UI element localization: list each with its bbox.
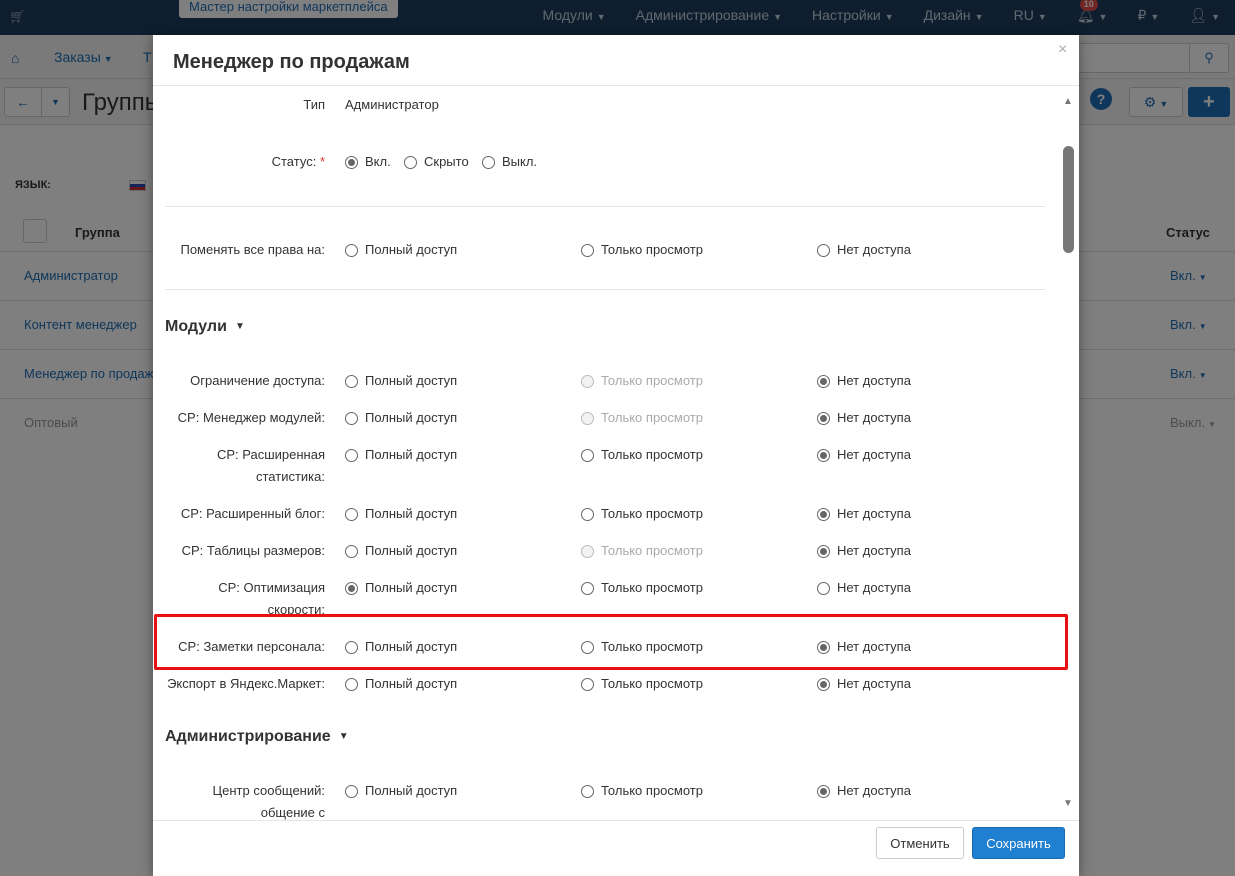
permission-full-access-option[interactable]: Полный доступ xyxy=(345,673,457,695)
edit-group-modal: Менеджер по продажам × ▲ ▼ Тип Администр… xyxy=(153,35,1079,876)
radio-button[interactable] xyxy=(345,243,358,257)
save-button[interactable]: Сохранить xyxy=(972,827,1065,859)
divider xyxy=(165,206,1045,207)
permission-label: CP: Расширенная статистика: xyxy=(216,447,325,484)
radio-button[interactable] xyxy=(817,507,830,521)
type-label: Тип xyxy=(303,97,325,112)
radio-button xyxy=(581,544,594,558)
radio-button[interactable] xyxy=(817,784,830,798)
permission-no-access-option[interactable]: Нет доступа xyxy=(817,407,911,429)
permission-label: Экспорт в Яндекс.Маркет: xyxy=(167,676,325,691)
radio-button[interactable] xyxy=(581,581,594,595)
close-icon[interactable]: × xyxy=(1058,41,1067,59)
change-all-label: Поменять все права на: xyxy=(180,242,325,257)
radio-button xyxy=(581,374,594,388)
radio-button[interactable] xyxy=(345,374,358,388)
radio-button[interactable] xyxy=(817,374,830,388)
status-radio-off[interactable]: Выкл. xyxy=(482,151,537,173)
radio-button[interactable] xyxy=(345,411,358,425)
scrollbar-thumb[interactable] xyxy=(1063,146,1074,253)
permission-label: CP: Менеджер модулей: xyxy=(177,410,325,425)
radio-button[interactable] xyxy=(581,507,594,521)
permission-no-access-option[interactable]: Нет доступа xyxy=(817,673,911,695)
change-all-no-access[interactable]: Нет доступа xyxy=(817,239,911,261)
modal-footer: Отменить Сохранить xyxy=(153,820,1079,876)
radio-button[interactable] xyxy=(581,448,594,462)
status-radio-hidden[interactable]: Скрыто xyxy=(404,151,469,173)
radio-button[interactable] xyxy=(817,411,830,425)
permission-full-access-option[interactable]: Полный доступ xyxy=(345,503,457,525)
radio-button[interactable] xyxy=(817,581,830,595)
radio-button xyxy=(581,411,594,425)
permission-no-access-option[interactable]: Нет доступа xyxy=(817,503,911,525)
radio-button[interactable] xyxy=(817,243,830,257)
radio-button[interactable] xyxy=(817,448,830,462)
required-marker: * xyxy=(319,154,325,169)
permission-view-only-option: Только просмотр xyxy=(581,370,703,392)
section-toggle-modules[interactable]: Модули ▼ xyxy=(165,316,245,340)
radio-button[interactable] xyxy=(404,155,417,169)
radio-button[interactable] xyxy=(581,784,594,798)
permission-full-access-option[interactable]: Полный доступ xyxy=(345,444,457,466)
cancel-button[interactable]: Отменить xyxy=(876,827,964,859)
modal-body: ▲ ▼ Тип Администратор Статус: * Вкл. Скр… xyxy=(153,85,1079,820)
caret-down-icon: ▼ xyxy=(234,321,245,332)
radio-button[interactable] xyxy=(817,677,830,691)
permission-no-access-option[interactable]: Нет доступа xyxy=(817,444,911,466)
radio-button[interactable] xyxy=(817,544,830,558)
section-toggle-administration[interactable]: Администрирование ▼ xyxy=(165,726,349,750)
radio-button[interactable] xyxy=(345,544,358,558)
permission-view-only-option[interactable]: Только просмотр xyxy=(581,780,703,802)
radio-button[interactable] xyxy=(345,677,358,691)
type-value: Администратор xyxy=(345,97,439,112)
permission-view-only-option[interactable]: Только просмотр xyxy=(581,444,703,466)
permission-no-access-option[interactable]: Нет доступа xyxy=(817,370,911,392)
permission-full-access-option[interactable]: Полный доступ xyxy=(345,540,457,562)
radio-button[interactable] xyxy=(345,784,358,798)
permission-label: CP: Таблицы размеров: xyxy=(181,543,325,558)
change-all-full-access[interactable]: Полный доступ xyxy=(345,239,457,261)
permission-label: Центр сообщений: общение с xyxy=(212,783,325,820)
permission-view-only-option[interactable]: Только просмотр xyxy=(581,673,703,695)
change-all-view-only[interactable]: Только просмотр xyxy=(581,239,703,261)
radio-button[interactable] xyxy=(581,243,594,257)
divider xyxy=(165,289,1045,290)
permission-label: CP: Расширенный блог: xyxy=(180,506,325,521)
radio-button[interactable] xyxy=(345,155,358,169)
permission-view-only-option[interactable]: Только просмотр xyxy=(581,577,703,599)
highlight-box xyxy=(154,614,1068,670)
permission-view-only-option: Только просмотр xyxy=(581,407,703,429)
radio-button[interactable] xyxy=(581,677,594,691)
permission-no-access-option[interactable]: Нет доступа xyxy=(817,780,911,802)
radio-button[interactable] xyxy=(482,155,495,169)
radio-button[interactable] xyxy=(345,581,358,595)
permission-no-access-option[interactable]: Нет доступа xyxy=(817,540,911,562)
permission-label: Ограничение доступа: xyxy=(190,373,325,388)
radio-button[interactable] xyxy=(345,448,358,462)
permission-full-access-option[interactable]: Полный доступ xyxy=(345,407,457,429)
permission-full-access-option[interactable]: Полный доступ xyxy=(345,780,457,802)
status-radio-on[interactable]: Вкл. xyxy=(345,151,391,173)
permission-view-only-option: Только просмотр xyxy=(581,540,703,562)
modal-title: Менеджер по продажам xyxy=(173,51,410,73)
scroll-up-arrow-icon[interactable]: ▲ xyxy=(1063,96,1073,107)
permission-view-only-option[interactable]: Только просмотр xyxy=(581,503,703,525)
scroll-down-arrow-icon[interactable]: ▼ xyxy=(1063,798,1073,809)
radio-button[interactable] xyxy=(345,507,358,521)
caret-down-icon: ▼ xyxy=(338,731,349,742)
permission-no-access-option[interactable]: Нет доступа xyxy=(817,577,911,599)
permission-full-access-option[interactable]: Полный доступ xyxy=(345,370,457,392)
status-label: Статус: * xyxy=(271,154,325,169)
permission-full-access-option[interactable]: Полный доступ xyxy=(345,577,457,599)
